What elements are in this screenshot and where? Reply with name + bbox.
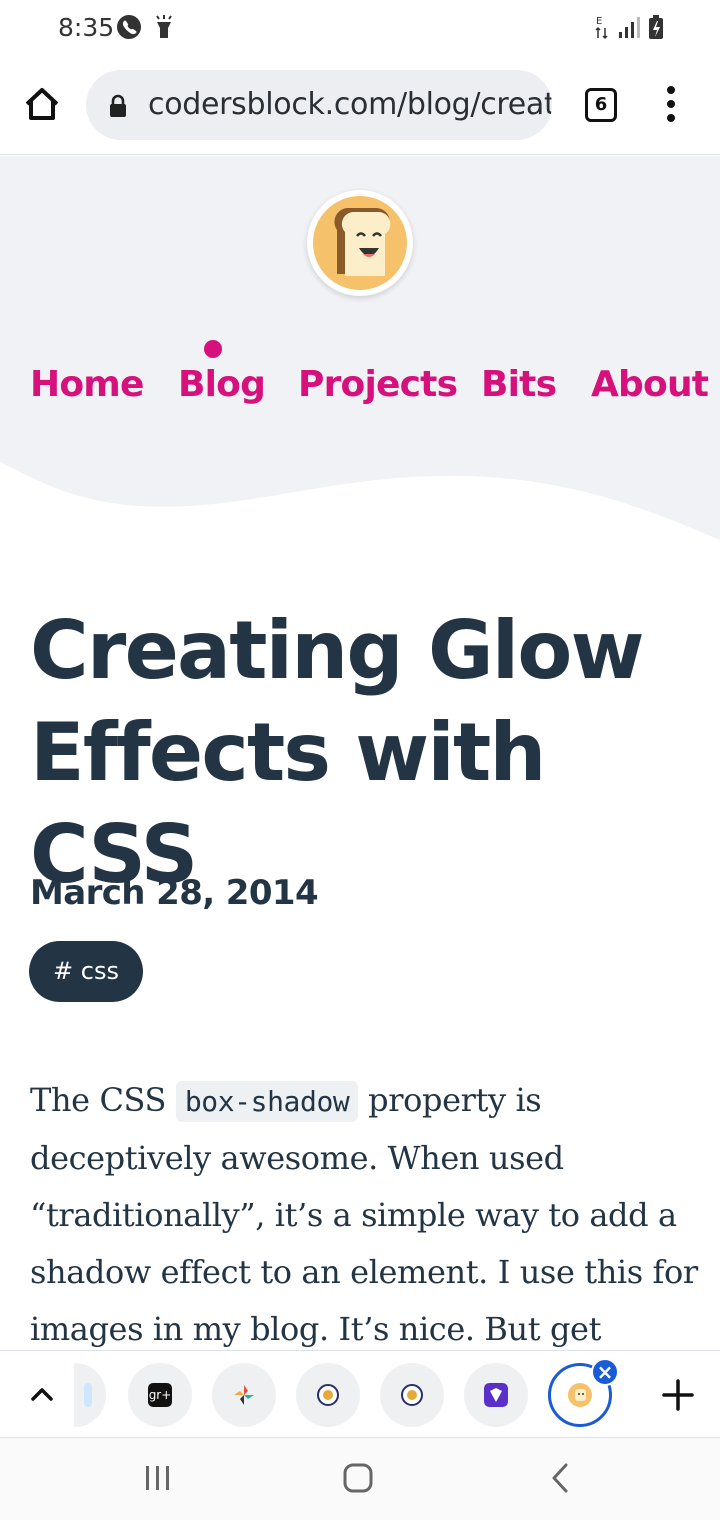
data-arrows-icon: E <box>595 16 608 40</box>
recent-apps-icon[interactable] <box>144 1464 172 1492</box>
status-time: 8:35 <box>58 13 115 42</box>
tab-thumb-orb-2[interactable] <box>380 1363 444 1427</box>
site-header: Home Blog Projects Bits About <box>0 156 720 546</box>
active-nav-indicator <box>204 340 222 358</box>
browser-toolbar: codersblock.com/blog/creat 6 <box>0 56 720 155</box>
phone-call-icon <box>117 15 141 39</box>
gr-plus-favicon: gr+ <box>148 1383 172 1407</box>
toast-mascot-icon <box>334 208 391 276</box>
nav-item-blog[interactable]: Blog <box>178 364 266 405</box>
toast-favicon <box>568 1383 592 1407</box>
partial-tab-favicon <box>84 1383 92 1407</box>
system-navigation-bar <box>0 1438 720 1520</box>
intro-text-rest: property is deceptively awesome. When us… <box>30 1081 698 1348</box>
inline-code: box-shadow <box>175 1081 359 1122</box>
tab-thumb-shield[interactable] <box>464 1363 528 1427</box>
article-date: March 28, 2014 <box>30 873 319 913</box>
nav-item-bits[interactable]: Bits <box>481 364 557 405</box>
main-nav: Home Blog Projects Bits About <box>0 364 720 424</box>
article-title: Creating Glow Effects with CSS <box>30 604 645 901</box>
back-icon[interactable] <box>548 1462 572 1494</box>
purple-shield-icon <box>484 1383 508 1407</box>
battery-charging-icon <box>649 15 663 39</box>
article-body: The CSS box-shadow property is deceptive… <box>30 1072 700 1358</box>
tab-thumb-pinwheel[interactable] <box>212 1363 276 1427</box>
chevron-up-icon[interactable] <box>28 1381 56 1409</box>
nav-item-home[interactable]: Home <box>30 364 144 405</box>
tab-switcher-button[interactable]: 6 <box>585 88 617 122</box>
system-home-icon[interactable] <box>342 1462 374 1494</box>
tab-thumb-gr[interactable]: gr+ <box>128 1363 192 1427</box>
tab-strip: gr+ × <box>0 1350 720 1438</box>
tab-thumb-active[interactable]: × <box>548 1358 619 1427</box>
tag-css[interactable]: # css <box>29 941 143 1002</box>
orb-icon <box>401 1384 423 1406</box>
close-tab-icon[interactable]: × <box>591 1358 619 1386</box>
svg-text:E: E <box>596 16 602 27</box>
new-tab-plus-icon[interactable] <box>660 1373 696 1417</box>
status-bar: 8:35 E <box>0 0 720 56</box>
pinwheel-icon <box>234 1385 254 1405</box>
lock-icon <box>110 94 126 117</box>
address-bar[interactable]: codersblock.com/blog/creat <box>86 70 552 140</box>
nav-item-about[interactable]: About <box>591 364 709 405</box>
overflow-menu-icon[interactable] <box>664 86 678 126</box>
url-text[interactable]: codersblock.com/blog/creat <box>148 87 552 122</box>
orb-icon <box>317 1384 339 1406</box>
intro-text-start: The CSS <box>30 1081 176 1119</box>
home-icon[interactable] <box>22 84 62 124</box>
flashlight-icon <box>156 15 172 38</box>
tab-thumb-orb-1[interactable] <box>296 1363 360 1427</box>
site-logo[interactable] <box>307 190 413 296</box>
nav-item-projects[interactable]: Projects <box>298 364 458 405</box>
signal-icon <box>619 17 640 38</box>
